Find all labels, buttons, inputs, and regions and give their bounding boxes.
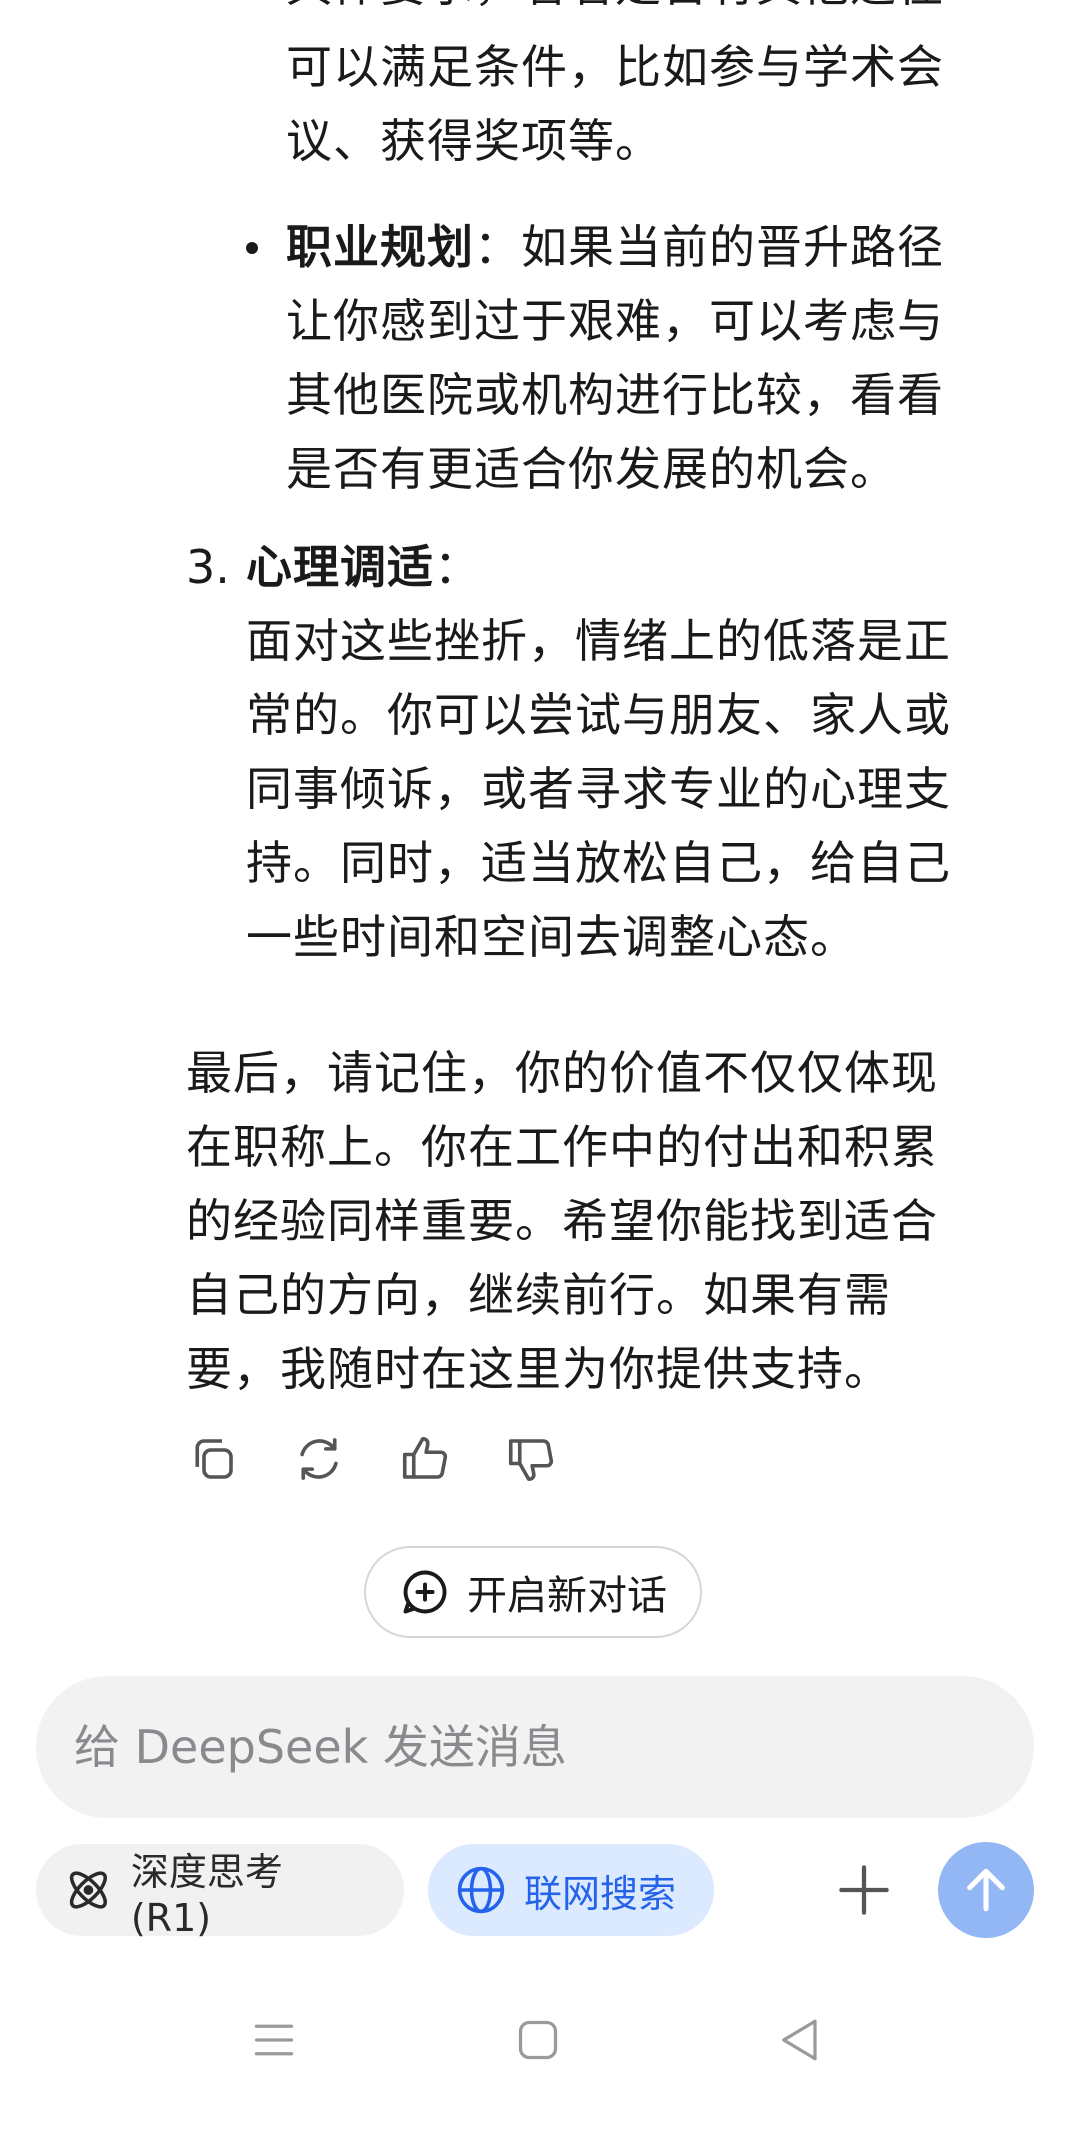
plus-icon [839, 1865, 889, 1915]
home-square-icon [518, 2020, 558, 2060]
thumbs-down-icon [508, 1439, 554, 1482]
globe-icon [457, 1866, 505, 1914]
message-line: 要，我随时在这里为你提供支持。 [186, 1342, 891, 1396]
message-input-container[interactable] [36, 1676, 1034, 1818]
section-heading: 心理调适： [246, 530, 481, 604]
list-number: 3. [186, 540, 230, 594]
nav-menu-button[interactable] [244, 2010, 304, 2070]
section-separator: ： [434, 540, 481, 594]
dislike-button[interactable] [504, 1432, 558, 1486]
send-button[interactable] [938, 1842, 1034, 1938]
message-line: 持。同时，适当放松自己，给自己 [246, 836, 951, 890]
message-line: 同事倾诉，或者寻求专业的心理支 [246, 762, 951, 816]
bullet-first-line: 职业规划：如果当前的晋升路径 [286, 210, 944, 284]
web-search-label: 联网搜索 [524, 1871, 677, 1916]
regenerate-icon [300, 1438, 338, 1480]
copy-button[interactable] [186, 1432, 240, 1486]
message-line: 具体要求，看看是否有其他途径 [286, 0, 944, 22]
thumbs-up-icon [402, 1436, 448, 1479]
like-button[interactable] [398, 1432, 452, 1486]
new-chat-button[interactable]: 开启新对话 [364, 1546, 702, 1638]
message-line: 最后，请记住，你的价值不仅仅体现 [186, 1046, 938, 1100]
bullet-separator: ： [474, 220, 521, 274]
new-chat-label: 开启新对话 [467, 1573, 667, 1619]
message-input[interactable] [72, 1719, 976, 1775]
section-title: 心理调适 [246, 540, 434, 594]
menu-icon [254, 2024, 294, 2056]
bullet-dot [246, 242, 258, 254]
message-line: 让你感到过于艰难，可以考虑与 [286, 294, 944, 348]
arrow-up-icon [967, 1868, 1005, 1912]
back-triangle-icon [782, 2019, 817, 2061]
regenerate-button[interactable] [292, 1432, 346, 1486]
new-chat-icon [403, 1570, 447, 1614]
message-actions [186, 1432, 558, 1486]
message-line: 自己的方向，继续前行。如果有需 [186, 1268, 891, 1322]
message-line: 一些时间和空间去调整心态。 [246, 910, 857, 964]
message-line: 其他医院或机构进行比较，看看 [286, 368, 944, 422]
deep-think-toggle[interactable]: 深度思考 (R1) [36, 1844, 404, 1940]
nav-home-button[interactable] [508, 2010, 568, 2070]
message-line: 可以满足条件，比如参与学术会 [286, 40, 944, 94]
message-line: 议、获得奖项等。 [286, 114, 662, 168]
nav-back-button[interactable] [770, 2010, 830, 2070]
attach-button[interactable] [832, 1858, 896, 1922]
message-line: 面对这些挫折，情绪上的低落是正 [246, 614, 951, 668]
message-line: 是否有更适合你发展的机会。 [286, 442, 897, 496]
copy-icon [195, 1439, 233, 1479]
message-line: 在职称上。你在工作中的付出和积累 [186, 1120, 938, 1174]
system-nav-bar [0, 2010, 1074, 2090]
message-line: 常的。你可以尝试与朋友、家人或 [246, 688, 951, 742]
bullet-title: 职业规划 [286, 220, 474, 274]
bullet-text: 如果当前的晋升路径 [521, 220, 944, 274]
deep-think-label: 深度思考 (R1) [130, 1849, 283, 1940]
atom-icon [69, 1871, 107, 1909]
message-line: 的经验同样重要。希望你能找到适合 [186, 1194, 938, 1248]
web-search-toggle[interactable]: 联网搜索 [428, 1844, 714, 1936]
